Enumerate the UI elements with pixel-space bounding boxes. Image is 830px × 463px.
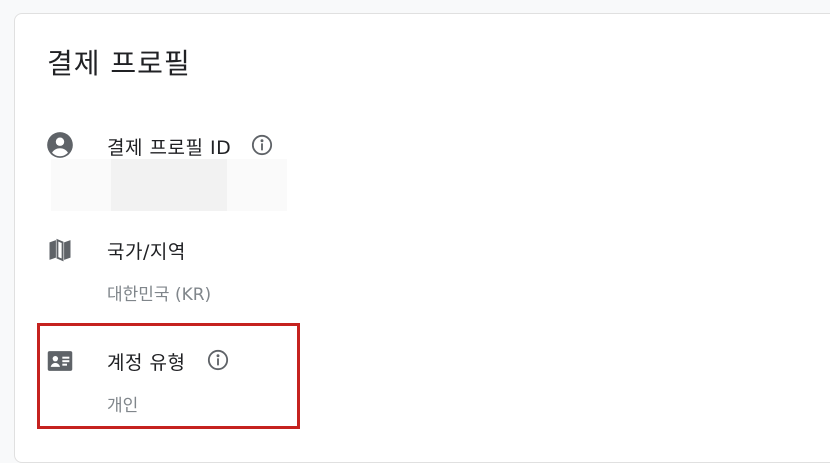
billing-profile-card: 결제 프로필 결제 프로필 ID 국가/지역 대한민국 (KR) 계정 유형 개…	[14, 13, 830, 463]
account-type-value: 개인	[107, 396, 139, 416]
billing-profile-id-redaction	[111, 159, 227, 211]
map-icon	[46, 236, 74, 264]
account-type-label: 계정 유형	[107, 352, 186, 374]
account-type-info-icon[interactable]	[207, 349, 229, 371]
page-title: 결제 프로필	[47, 47, 191, 80]
billing-profile-id-value	[51, 159, 287, 211]
account-circle-icon	[46, 131, 74, 159]
contact-card-icon	[46, 347, 74, 375]
country-region-value: 대한민국 (KR)	[107, 285, 212, 305]
country-region-label: 국가/지역	[107, 241, 186, 263]
billing-profile-id-info-icon[interactable]	[251, 134, 273, 156]
billing-profile-id-label: 결제 프로필 ID	[107, 137, 232, 159]
account-type-highlight	[37, 323, 300, 429]
